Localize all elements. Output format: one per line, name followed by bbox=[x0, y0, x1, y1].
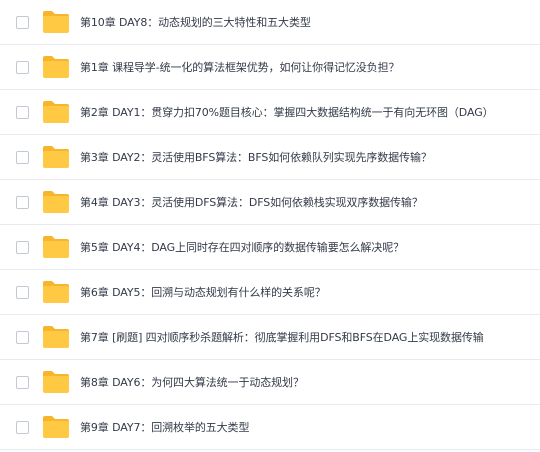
folder-name[interactable]: 第7章 [刷题] 四对顺序秒杀题解析：彻底掌握利用DFS和BFS在DAG上实现数… bbox=[80, 329, 536, 345]
folder-name[interactable]: 第3章 DAY2：灵活使用BFS算法：BFS如何依赖队列实现先序数据传输？ bbox=[80, 149, 536, 165]
folder-icon bbox=[43, 326, 69, 348]
folder-name[interactable]: 第5章 DAY4：DAG上同时存在四对顺序的数据传输要怎么解决呢？ bbox=[80, 239, 536, 255]
folder-icon bbox=[43, 416, 69, 438]
folder-row[interactable]: 第3章 DAY2：灵活使用BFS算法：BFS如何依赖队列实现先序数据传输？ bbox=[0, 135, 540, 180]
folder-row[interactable]: 第1章 课程导学-统一化的算法框架优势，如何让你得记忆没负担？ bbox=[0, 45, 540, 90]
row-checkbox[interactable] bbox=[16, 150, 29, 164]
folder-icon bbox=[43, 371, 69, 393]
folder-name[interactable]: 第10章 DAY8：动态规划的三大特性和五大类型 bbox=[80, 14, 536, 30]
folder-row[interactable]: 第5章 DAY4：DAG上同时存在四对顺序的数据传输要怎么解决呢？ bbox=[0, 225, 540, 270]
folder-name[interactable]: 第1章 课程导学-统一化的算法框架优势，如何让你得记忆没负担？ bbox=[80, 59, 536, 75]
row-checkbox[interactable] bbox=[16, 375, 29, 389]
folder-icon bbox=[43, 191, 69, 213]
folder-icon bbox=[43, 236, 69, 258]
row-checkbox[interactable] bbox=[16, 195, 29, 209]
folder-icon bbox=[43, 146, 69, 168]
folder-icon bbox=[43, 11, 69, 33]
row-checkbox[interactable] bbox=[16, 420, 29, 434]
folder-icon bbox=[43, 101, 69, 123]
row-checkbox[interactable] bbox=[16, 60, 29, 74]
row-checkbox[interactable] bbox=[16, 105, 29, 119]
folder-icon bbox=[43, 56, 69, 78]
folder-icon bbox=[43, 281, 69, 303]
folder-row[interactable]: 第2章 DAY1：贯穿力扣70%题目核心：掌握四大数据结构统一于有向无环图（DA… bbox=[0, 90, 540, 135]
row-checkbox[interactable] bbox=[16, 285, 29, 299]
folder-row[interactable]: 第4章 DAY3：灵活使用DFS算法：DFS如何依赖栈实现双序数据传输？ bbox=[0, 180, 540, 225]
folder-name[interactable]: 第4章 DAY3：灵活使用DFS算法：DFS如何依赖栈实现双序数据传输？ bbox=[80, 194, 536, 210]
folder-row[interactable]: 第8章 DAY6：为何四大算法统一于动态规划？ bbox=[0, 360, 540, 405]
row-checkbox[interactable] bbox=[16, 330, 29, 344]
folder-row[interactable]: 第10章 DAY8：动态规划的三大特性和五大类型 bbox=[0, 0, 540, 45]
file-list: 第10章 DAY8：动态规划的三大特性和五大类型 第1章 课程导学-统一化的算法… bbox=[0, 0, 540, 452]
row-checkbox[interactable] bbox=[16, 240, 29, 254]
folder-row[interactable]: 第6章 DAY5：回溯与动态规划有什么样的关系呢？ bbox=[0, 270, 540, 315]
folder-name[interactable]: 第2章 DAY1：贯穿力扣70%题目核心：掌握四大数据结构统一于有向无环图（DA… bbox=[80, 104, 536, 120]
folder-row[interactable]: 第9章 DAY7：回溯枚举的五大类型 bbox=[0, 405, 540, 450]
folder-row[interactable]: 第7章 [刷题] 四对顺序秒杀题解析：彻底掌握利用DFS和BFS在DAG上实现数… bbox=[0, 315, 540, 360]
folder-name[interactable]: 第6章 DAY5：回溯与动态规划有什么样的关系呢？ bbox=[80, 284, 536, 300]
folder-name[interactable]: 第9章 DAY7：回溯枚举的五大类型 bbox=[80, 419, 536, 435]
row-checkbox[interactable] bbox=[16, 15, 29, 29]
folder-name[interactable]: 第8章 DAY6：为何四大算法统一于动态规划？ bbox=[80, 374, 536, 390]
